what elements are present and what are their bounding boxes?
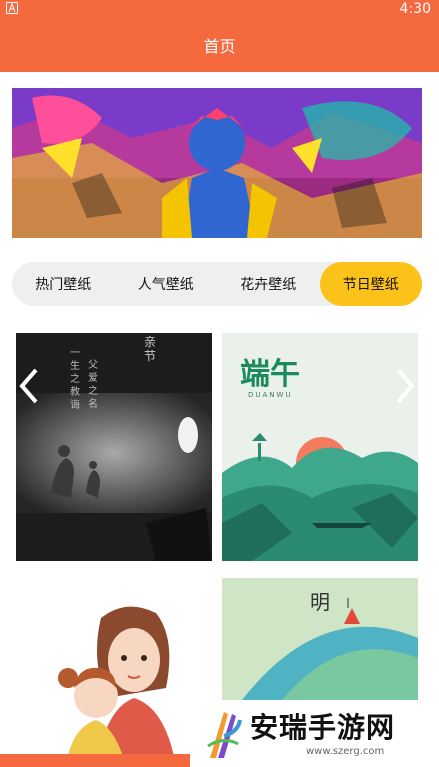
watermark-brand: 安瑞手游网 bbox=[250, 711, 396, 744]
banner-image[interactable] bbox=[12, 88, 422, 238]
wallpaper-card-qingming[interactable]: 明 bbox=[222, 578, 418, 700]
card1-vertical-text-2: 父爱之名 bbox=[88, 360, 98, 410]
category-tabs: 热门壁纸 人气壁纸 花卉壁纸 节日壁纸 bbox=[12, 262, 422, 306]
card1-vertical-text-1: 亲节 bbox=[144, 335, 157, 363]
card4-title: 明 bbox=[310, 590, 330, 614]
wallpaper-card-fathers-day[interactable]: 亲节 父爱之名 一生之教诲 bbox=[16, 333, 212, 561]
watermark-logo-icon bbox=[204, 706, 244, 766]
wallpaper-card-mother-child[interactable] bbox=[16, 578, 212, 767]
tab-flower[interactable]: 花卉壁纸 bbox=[217, 262, 320, 306]
wallpaper-card-duanwu[interactable]: 端午 DUANWU bbox=[222, 333, 418, 561]
page-title: 首页 bbox=[203, 37, 236, 56]
card2-subtitle: DUANWU bbox=[248, 391, 293, 399]
status-bar: 4:30 bbox=[0, 0, 439, 18]
tab-festival[interactable]: 节日壁纸 bbox=[319, 262, 422, 306]
status-time: 4:30 bbox=[399, 1, 431, 17]
card2-title: 端午 bbox=[240, 357, 300, 392]
chevron-right-icon[interactable] bbox=[392, 364, 418, 408]
bottom-nav-bar[interactable] bbox=[0, 754, 190, 767]
tab-hot[interactable]: 热门壁纸 bbox=[12, 262, 115, 306]
app-header: 首页 bbox=[0, 18, 439, 72]
app-screen: 4:30 首页 热门壁纸 人气壁纸 花卉壁纸 节日壁纸 亲节 父爱之名 一生之教… bbox=[0, 0, 439, 767]
watermark-url: www.szerg.com bbox=[306, 746, 385, 757]
watermark: 安瑞手游网 www.szerg.com bbox=[196, 700, 439, 767]
tab-popular[interactable]: 人气壁纸 bbox=[115, 262, 218, 306]
chevron-left-icon[interactable] bbox=[16, 364, 42, 408]
a-icon bbox=[6, 2, 18, 18]
card1-vertical-text-3: 一生之教诲 bbox=[70, 348, 80, 411]
